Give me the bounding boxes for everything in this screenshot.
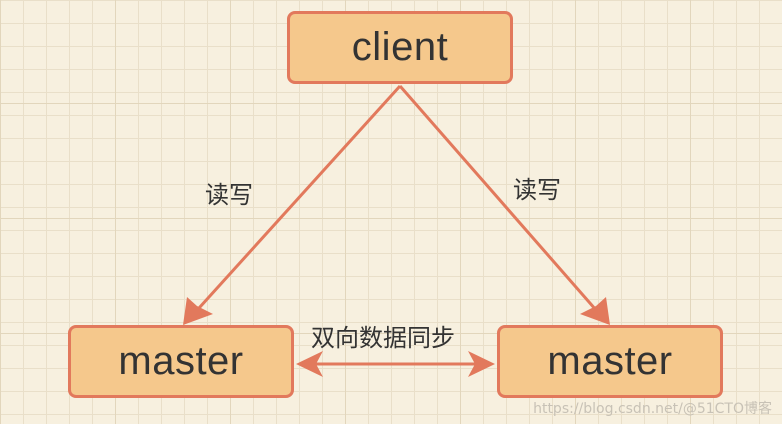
edge-label-read-write-right: 读写: [513, 176, 561, 204]
master-node-right: master: [497, 325, 723, 398]
arrowhead-left-master: [183, 297, 213, 325]
client-node-label: client: [351, 25, 449, 69]
master-node-left-label: master: [118, 339, 244, 383]
watermark: https://blog.csdn.net/@51CTO博客: [533, 401, 772, 417]
arrowhead-right-master: [580, 297, 610, 325]
client-node: client: [287, 11, 513, 84]
edge-label-read-write-left: 读写: [205, 181, 253, 209]
edge-label-bidirectional-sync: 双向数据同步: [311, 324, 455, 352]
master-node-right-label: master: [547, 339, 673, 383]
master-node-left: master: [68, 325, 294, 398]
arrow-client-to-right-master: [398, 85, 605, 319]
